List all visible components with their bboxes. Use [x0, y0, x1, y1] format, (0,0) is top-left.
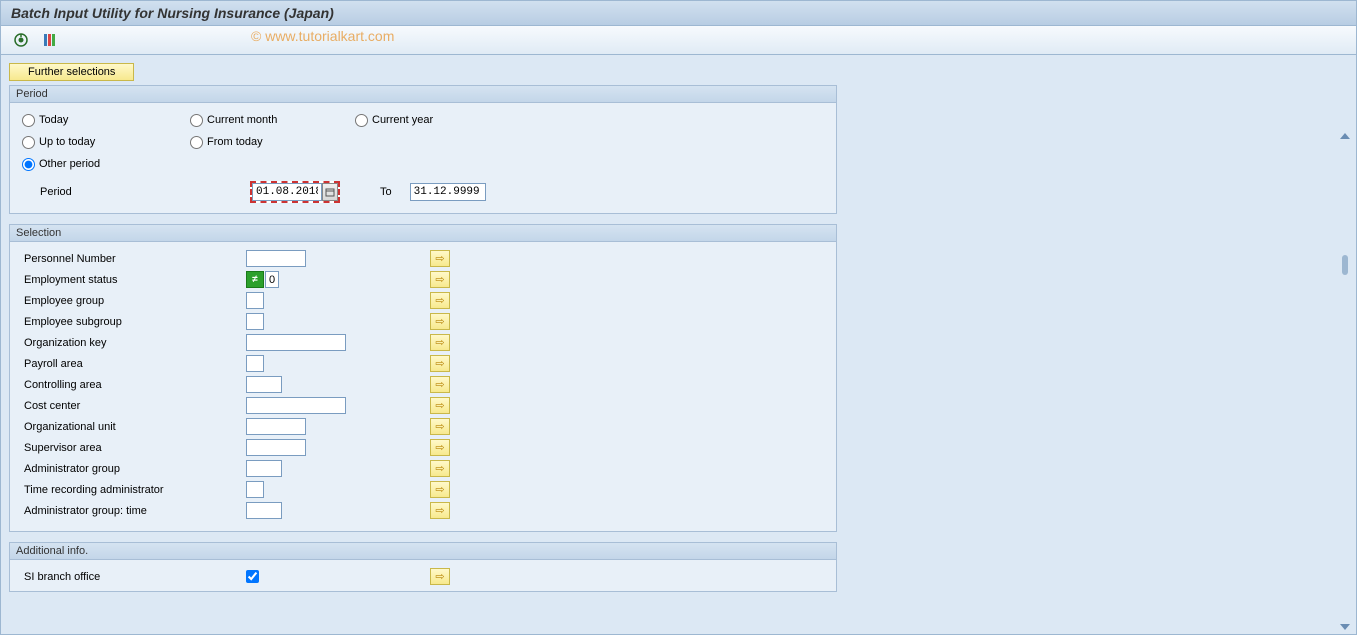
supervisor-area-input[interactable] — [246, 439, 306, 456]
time-recording-admin-input[interactable] — [246, 481, 264, 498]
selection-group: Selection Personnel Number ⇨ Employment … — [9, 224, 837, 532]
employee-subgroup-label: Employee subgroup — [22, 316, 246, 328]
employee-group-multi-button[interactable]: ⇨ — [430, 292, 450, 309]
organizational-unit-multi-button[interactable]: ⇨ — [430, 418, 450, 435]
si-branch-office-label: SI branch office — [22, 571, 246, 583]
cost-center-multi-button[interactable]: ⇨ — [430, 397, 450, 414]
period-field-label: Period — [40, 186, 190, 198]
scroll-down-icon[interactable] — [1340, 624, 1350, 630]
payroll-area-multi-button[interactable]: ⇨ — [430, 355, 450, 372]
organizational-unit-input[interactable] — [246, 418, 306, 435]
radio-current-year-input[interactable] — [355, 114, 368, 127]
employee-group-input[interactable] — [246, 292, 264, 309]
radio-current-month[interactable]: Current month — [190, 114, 355, 127]
employment-status-label: Employment status — [22, 274, 246, 286]
employee-subgroup-multi-button[interactable]: ⇨ — [430, 313, 450, 330]
period-group-body: Today Current month Current year Up to t… — [10, 103, 836, 213]
admin-group-time-label: Administrator group: time — [22, 505, 246, 517]
period-to-label: To — [380, 186, 392, 198]
payroll-area-label: Payroll area — [22, 358, 246, 370]
employee-subgroup-input[interactable] — [246, 313, 264, 330]
radio-other-period-input[interactable] — [22, 158, 35, 171]
employment-status-input[interactable] — [265, 271, 279, 288]
personnel-number-multi-button[interactable]: ⇨ — [430, 250, 450, 267]
scroll-thumb[interactable] — [1342, 255, 1348, 275]
radio-current-month-label: Current month — [207, 114, 277, 126]
not-equal-icon[interactable]: ≠ — [246, 271, 264, 288]
additional-info-body: SI branch office ⇨ — [10, 560, 836, 591]
scroll-up-icon[interactable] — [1340, 133, 1350, 139]
organization-key-multi-button[interactable]: ⇨ — [430, 334, 450, 351]
controlling-area-multi-button[interactable]: ⇨ — [430, 376, 450, 393]
additional-info-title: Additional info. — [10, 543, 836, 560]
period-from-wrap — [250, 181, 340, 203]
period-group-title: Period — [10, 86, 836, 103]
scroll-track[interactable] — [1342, 145, 1348, 618]
organizational-unit-label: Organizational unit — [22, 421, 246, 433]
personnel-number-input[interactable] — [246, 250, 306, 267]
execute-icon[interactable] — [11, 30, 31, 50]
radio-from-today[interactable]: From today — [190, 136, 355, 149]
window-title: Batch Input Utility for Nursing Insuranc… — [11, 5, 334, 21]
radio-current-month-input[interactable] — [190, 114, 203, 127]
time-recording-admin-multi-button[interactable]: ⇨ — [430, 481, 450, 498]
selection-group-body: Personnel Number ⇨ Employment status ≠ ⇨… — [10, 242, 836, 531]
additional-info-group: Additional info. SI branch office ⇨ — [9, 542, 837, 592]
radio-up-to-today[interactable]: Up to today — [22, 136, 190, 149]
calendar-icon[interactable] — [322, 183, 338, 201]
watermark-text: © www.tutorialkart.com — [251, 28, 394, 44]
cost-center-input[interactable] — [246, 397, 346, 414]
radio-today-input[interactable] — [22, 114, 35, 127]
controlling-area-input[interactable] — [246, 376, 282, 393]
administrator-group-multi-button[interactable]: ⇨ — [430, 460, 450, 477]
toolbar: © www.tutorialkart.com — [0, 26, 1357, 55]
period-to-input[interactable] — [410, 183, 486, 201]
administrator-group-label: Administrator group — [22, 463, 246, 475]
radio-current-year[interactable]: Current year — [355, 114, 515, 127]
personnel-number-label: Personnel Number — [22, 253, 246, 265]
employment-status-multi-button[interactable]: ⇨ — [430, 271, 450, 288]
radio-from-today-input[interactable] — [190, 136, 203, 149]
admin-group-time-multi-button[interactable]: ⇨ — [430, 502, 450, 519]
radio-today-label: Today — [39, 114, 68, 126]
radio-up-to-today-input[interactable] — [22, 136, 35, 149]
admin-group-time-input[interactable] — [246, 502, 282, 519]
period-group: Period Today Current month Current year — [9, 85, 837, 214]
organization-key-input[interactable] — [246, 334, 346, 351]
period-from-input[interactable] — [252, 183, 322, 201]
si-branch-office-checkbox[interactable] — [246, 570, 259, 583]
payroll-area-input[interactable] — [246, 355, 264, 372]
administrator-group-input[interactable] — [246, 460, 282, 477]
employee-group-label: Employee group — [22, 295, 246, 307]
supervisor-area-label: Supervisor area — [22, 442, 246, 454]
radio-today[interactable]: Today — [22, 114, 190, 127]
radio-from-today-label: From today — [207, 136, 263, 148]
controlling-area-label: Controlling area — [22, 379, 246, 391]
further-selections-button[interactable]: Further selections — [9, 63, 134, 81]
selection-group-title: Selection — [10, 225, 836, 242]
variant-icon[interactable] — [39, 30, 59, 50]
window-title-bar: Batch Input Utility for Nursing Insuranc… — [0, 0, 1357, 26]
content-area: Further selections Period Today Current … — [0, 55, 1357, 635]
supervisor-area-multi-button[interactable]: ⇨ — [430, 439, 450, 456]
radio-other-period[interactable]: Other period — [22, 158, 190, 171]
radio-other-period-label: Other period — [39, 158, 100, 170]
time-recording-admin-label: Time recording administrator — [22, 484, 246, 496]
radio-current-year-label: Current year — [372, 114, 433, 126]
radio-up-to-today-label: Up to today — [39, 136, 95, 148]
cost-center-label: Cost center — [22, 400, 246, 412]
vertical-scrollbar[interactable] — [1338, 133, 1352, 630]
si-branch-office-multi-button[interactable]: ⇨ — [430, 568, 450, 585]
organization-key-label: Organization key — [22, 337, 246, 349]
